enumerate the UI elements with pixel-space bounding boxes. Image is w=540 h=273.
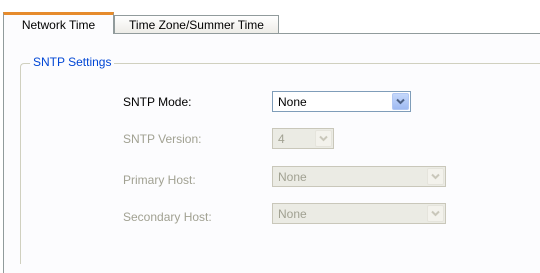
tab-label: Time Zone/Summer Time <box>129 18 264 32</box>
sntp-version-label: SNTP Version: <box>123 132 202 146</box>
sntp-mode-value: None <box>278 94 307 109</box>
primary-host-value: None <box>278 169 307 184</box>
primary-host-select[interactable]: None <box>272 166 446 187</box>
sntp-mode-select[interactable]: None <box>272 91 411 112</box>
group-title: SNTP Settings <box>30 55 115 69</box>
sntp-mode-label: SNTP Mode: <box>123 95 192 109</box>
tab-label: Network Time <box>21 17 96 32</box>
chevron-down-icon[interactable] <box>427 168 444 185</box>
tab-time-zone-summer-time[interactable]: Time Zone/Summer Time <box>114 15 279 34</box>
chevron-down-icon[interactable] <box>315 130 332 147</box>
chevron-down-icon[interactable] <box>427 205 444 222</box>
chevron-down-icon[interactable] <box>392 93 409 110</box>
tab-network-time[interactable]: Network Time <box>3 12 114 34</box>
secondary-host-label: Secondary Host: <box>123 210 212 224</box>
tab-strip: Network Time Time Zone/Summer Time <box>0 0 540 34</box>
secondary-host-value: None <box>278 206 307 221</box>
secondary-host-select[interactable]: None <box>272 203 446 224</box>
sntp-version-select[interactable]: 4 <box>272 128 334 149</box>
sntp-version-value: 4 <box>278 131 285 146</box>
primary-host-label: Primary Host: <box>123 173 196 187</box>
